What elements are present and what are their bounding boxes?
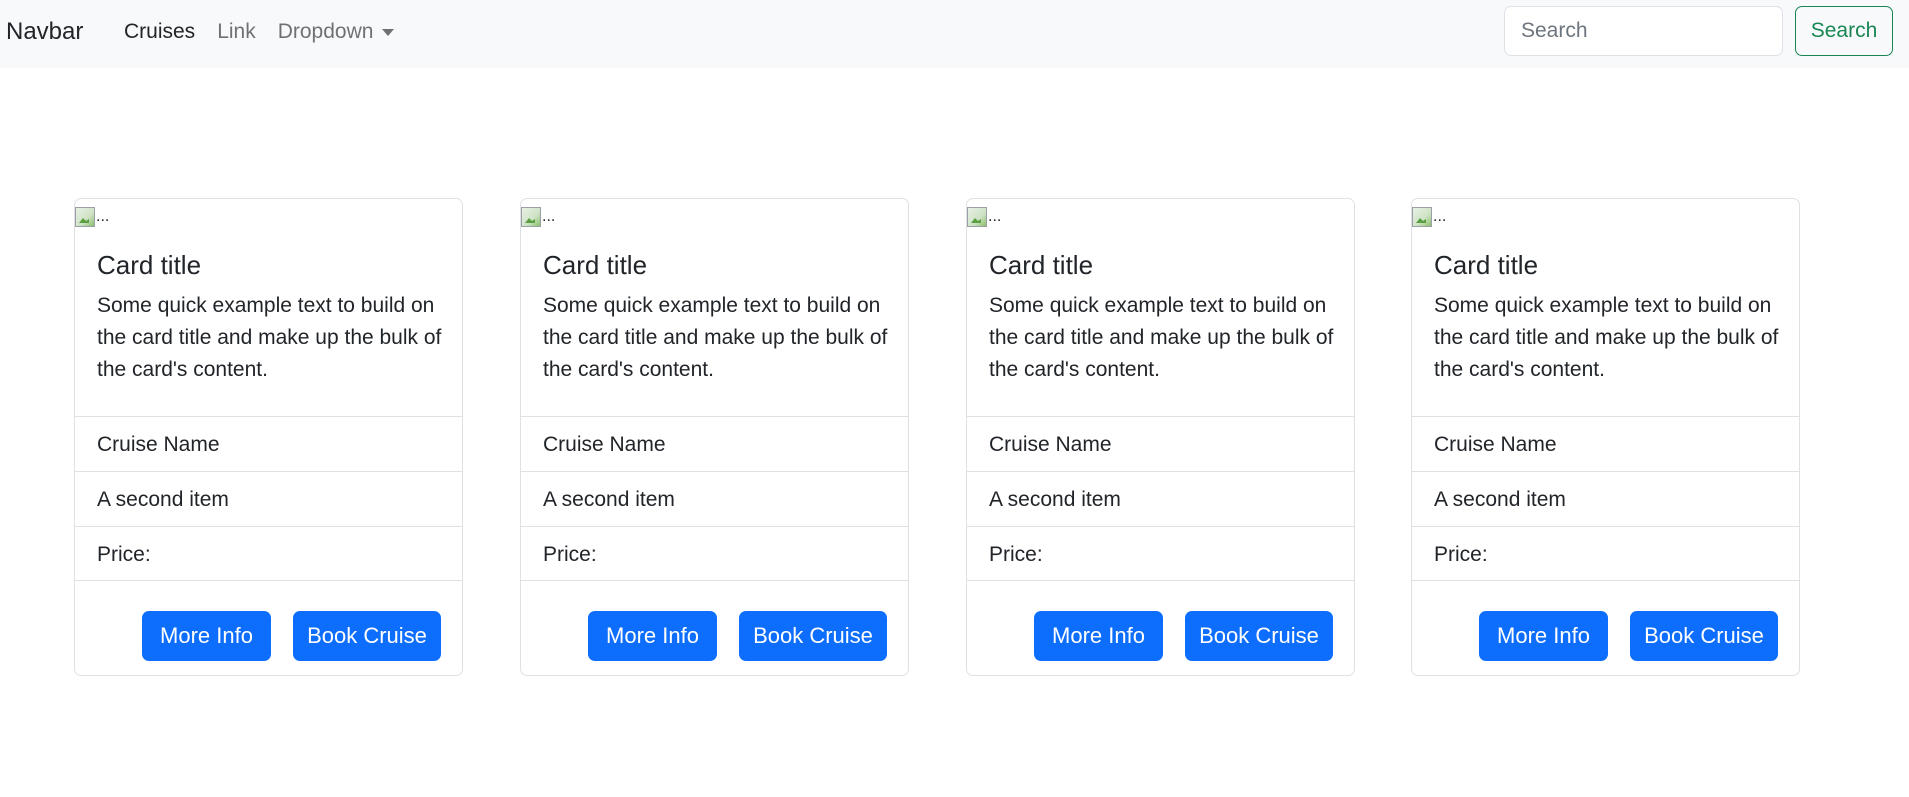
nav-dropdown-label: Dropdown [277, 20, 374, 43]
card-footer: More Info Book Cruise [1412, 589, 1799, 675]
card-image-alt: ... [1433, 208, 1447, 225]
more-info-button[interactable]: More Info [588, 611, 717, 661]
card-list: Cruise Name A second item Price: [521, 416, 908, 581]
card-image-alt: ... [96, 208, 110, 225]
card-list: Cruise Name A second item Price: [1412, 416, 1799, 581]
broken-image-icon [75, 207, 95, 227]
more-info-button[interactable]: More Info [142, 611, 271, 661]
broken-image-icon [967, 207, 987, 227]
card-body: Card title Some quick example text to bu… [97, 250, 442, 386]
card-body: Card title Some quick example text to bu… [1434, 250, 1779, 386]
caret-down-icon [382, 28, 395, 36]
card-image: ... [1412, 199, 1446, 227]
card-footer: More Info Book Cruise [521, 589, 908, 675]
card-image: ... [521, 199, 555, 227]
cruise-card: ... Card title Some quick example text t… [520, 198, 909, 676]
cruise-card: ... Card title Some quick example text t… [966, 198, 1355, 676]
card-body: Card title Some quick example text to bu… [543, 250, 888, 386]
card-image-alt: ... [542, 208, 556, 225]
nav-links: Cruises Link Dropdown [124, 17, 416, 47]
list-item: A second item [75, 471, 462, 526]
price-item: Price: [1412, 526, 1799, 581]
cruise-name-item: Cruise Name [967, 416, 1354, 471]
cruise-name-item: Cruise Name [75, 416, 462, 471]
card-title: Card title [989, 250, 1094, 280]
card-list: Cruise Name A second item Price: [967, 416, 1354, 581]
card-image: ... [967, 199, 1001, 227]
nav-dropdown-toggle[interactable]: Dropdown [278, 17, 395, 47]
price-item: Price: [967, 526, 1354, 581]
list-item: A second item [967, 471, 1354, 526]
card-text: Some quick example text to build on the … [1434, 294, 1779, 381]
card-title: Card title [97, 250, 202, 280]
card-image-alt: ... [988, 208, 1002, 225]
navbar-brand[interactable]: Navbar [6, 14, 83, 50]
book-cruise-button[interactable]: Book Cruise [293, 611, 441, 661]
book-cruise-button[interactable]: Book Cruise [739, 611, 887, 661]
price-item: Price: [521, 526, 908, 581]
card-text: Some quick example text to build on the … [97, 294, 442, 381]
cruise-name-item: Cruise Name [521, 416, 908, 471]
list-item: A second item [1412, 471, 1799, 526]
card-image: ... [75, 199, 109, 227]
cruise-card: ... Card title Some quick example text t… [1411, 198, 1800, 676]
list-item: A second item [521, 471, 908, 526]
card-footer: More Info Book Cruise [75, 589, 462, 675]
card-text: Some quick example text to build on the … [543, 294, 888, 381]
more-info-button[interactable]: More Info [1479, 611, 1608, 661]
card-title: Card title [1434, 250, 1539, 280]
navbar: Navbar Cruises Link Dropdown Search [0, 0, 1909, 68]
search-button[interactable]: Search [1795, 6, 1893, 56]
more-info-button[interactable]: More Info [1034, 611, 1163, 661]
card-text: Some quick example text to build on the … [989, 294, 1334, 381]
nav-link-link[interactable]: Link [217, 17, 256, 47]
cruise-card: ... Card title Some quick example text t… [74, 198, 463, 676]
book-cruise-button[interactable]: Book Cruise [1630, 611, 1778, 661]
search-input[interactable] [1504, 6, 1783, 56]
price-item: Price: [75, 526, 462, 581]
cruise-name-item: Cruise Name [1412, 416, 1799, 471]
card-footer: More Info Book Cruise [967, 589, 1354, 675]
book-cruise-button[interactable]: Book Cruise [1185, 611, 1333, 661]
nav-link-cruises[interactable]: Cruises [124, 17, 195, 47]
card-body: Card title Some quick example text to bu… [989, 250, 1334, 386]
card-title: Card title [543, 250, 648, 280]
broken-image-icon [1412, 207, 1432, 227]
card-list: Cruise Name A second item Price: [75, 416, 462, 581]
broken-image-icon [521, 207, 541, 227]
